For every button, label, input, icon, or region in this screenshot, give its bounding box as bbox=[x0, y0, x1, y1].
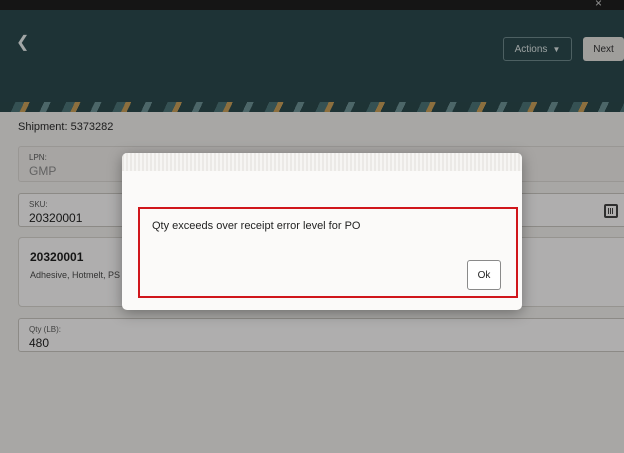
error-message: Qty exceeds over receipt error level for… bbox=[152, 220, 361, 232]
ok-button[interactable]: Ok bbox=[467, 260, 501, 290]
error-dialog: Qty exceeds over receipt error level for… bbox=[122, 153, 522, 310]
dialog-header-strip bbox=[122, 153, 522, 171]
highlight-box: Qty exceeds over receipt error level for… bbox=[138, 207, 518, 298]
